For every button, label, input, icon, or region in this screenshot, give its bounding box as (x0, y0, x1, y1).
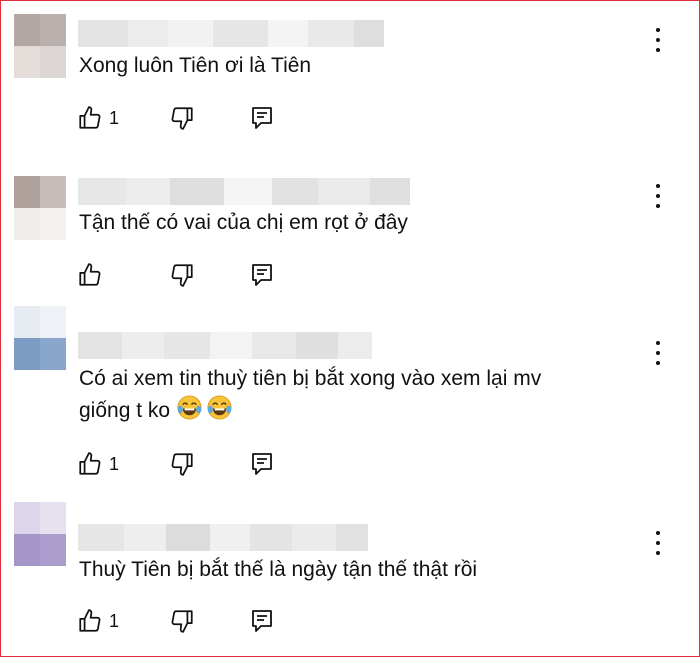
more-vert-icon[interactable] (648, 28, 668, 52)
reply-button[interactable] (250, 607, 274, 635)
thumbs-down-icon (169, 451, 195, 477)
avatar[interactable] (14, 306, 66, 370)
comment-text: Thuỳ Tiên bị bắt thế là ngày tận thế thậ… (79, 558, 478, 581)
avatar[interactable] (14, 14, 66, 78)
like-button[interactable] (77, 261, 109, 289)
more-vert-icon[interactable] (648, 184, 668, 208)
reply-icon (250, 262, 274, 288)
thumbs-up-icon (77, 451, 103, 477)
comment-item: Xong luôn Tiên ơi là Tiên 1 (0, 0, 700, 150)
like-button[interactable]: 1 (77, 607, 119, 635)
reply-button[interactable] (250, 450, 274, 478)
like-count: 1 (109, 610, 120, 631)
reply-button[interactable] (250, 261, 274, 289)
like-button[interactable]: 1 (77, 104, 119, 132)
author-name-blurred[interactable] (78, 524, 368, 551)
more-vert-icon[interactable] (648, 531, 668, 555)
comment-text: Tận thế có vai của chị em rọt ở đây (79, 211, 408, 234)
comment-item: Thuỳ Tiên bị bắt thế là ngày tận thế thậ… (0, 490, 700, 657)
like-count: 1 (109, 107, 120, 128)
author-name-blurred[interactable] (78, 178, 410, 205)
author-name-blurred[interactable] (78, 332, 372, 359)
comment-text: Có ai xem tin thuỳ tiên bị bắt xong vào … (79, 363, 541, 430)
like-button[interactable]: 1 (77, 450, 119, 478)
comment-item: Có ai xem tin thuỳ tiên bị bắt xong vào … (0, 300, 700, 490)
reply-icon (250, 451, 274, 477)
thumbs-down-icon (169, 262, 195, 288)
avatar[interactable] (14, 502, 66, 566)
thumbs-up-icon (77, 608, 103, 634)
thumbs-up-icon (77, 105, 103, 131)
dislike-button[interactable] (169, 450, 195, 478)
more-vert-icon[interactable] (648, 341, 668, 365)
laughing-crying-emoji (206, 394, 233, 430)
reply-button[interactable] (250, 104, 274, 132)
thumbs-down-icon (169, 608, 195, 634)
reply-icon (250, 608, 274, 634)
comment-text: Xong luôn Tiên ơi là Tiên (79, 54, 312, 77)
avatar[interactable] (14, 176, 66, 240)
thumbs-up-icon (77, 262, 103, 288)
reply-icon (250, 105, 274, 131)
thumbs-down-icon (169, 105, 195, 131)
author-name-blurred[interactable] (78, 20, 384, 47)
dislike-button[interactable] (169, 607, 195, 635)
dislike-button[interactable] (169, 261, 195, 289)
comment-item: Tận thế có vai của chị em rọt ở đây (0, 150, 700, 300)
like-count: 1 (109, 453, 120, 474)
laughing-crying-emoji (176, 394, 203, 430)
dislike-button[interactable] (169, 104, 195, 132)
